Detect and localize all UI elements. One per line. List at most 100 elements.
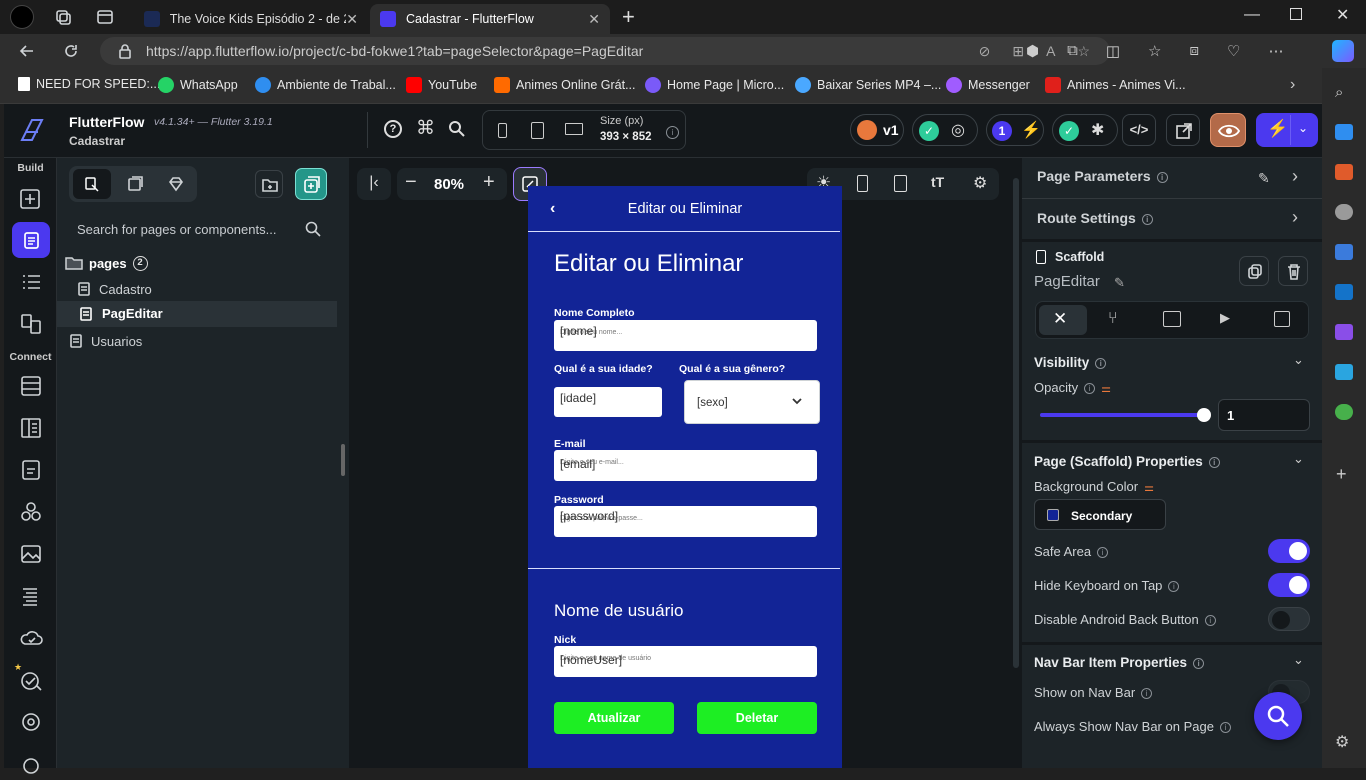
- bookmark-item[interactable]: Home Page | Micro...: [645, 77, 784, 93]
- chevron-right-icon[interactable]: ›: [1292, 207, 1298, 228]
- safe-area-icon[interactable]: [894, 175, 907, 192]
- tracking-icon[interactable]: ⊘: [979, 43, 991, 60]
- zoom-out-icon[interactable]: −: [405, 171, 417, 194]
- bookmark-item[interactable]: Baixar Series MP4 –...: [795, 77, 941, 93]
- page-parameters-row[interactable]: Page Parameters i: [1037, 168, 1168, 184]
- widget-tree-icon[interactable]: [17, 268, 45, 296]
- chevron-right-icon[interactable]: ›: [1292, 166, 1298, 187]
- desktop-device-icon[interactable]: [565, 123, 583, 135]
- api-calls-icon[interactable]: [17, 456, 45, 484]
- age-field[interactable]: [idade]: [554, 387, 662, 417]
- gender-dropdown[interactable]: [sexo]: [684, 380, 820, 424]
- office-icon[interactable]: [1335, 244, 1353, 260]
- tree-page-usuarios[interactable]: Usuarios: [69, 330, 142, 352]
- opacity-slider-thumb[interactable]: [1197, 408, 1211, 422]
- email-field[interactable]: Digite o seu e-mail... [email]: [554, 450, 817, 481]
- copilot-icon[interactable]: [1332, 40, 1354, 62]
- designer-icon[interactable]: [1335, 324, 1353, 340]
- tablet-device-icon[interactable]: [531, 122, 544, 139]
- tree-page-cadastro[interactable]: Cadastro: [77, 278, 152, 300]
- tab-backend-query-icon[interactable]: ⑂: [1108, 310, 1118, 328]
- tab-actions-icon[interactable]: [96, 8, 114, 26]
- extension-icon[interactable]: ⬢: [1026, 42, 1039, 60]
- chevron-right-icon[interactable]: ›: [1290, 76, 1295, 94]
- new-folder-button[interactable]: [255, 170, 283, 198]
- help-search-fab[interactable]: [1254, 692, 1302, 740]
- route-settings-row[interactable]: Route Settings i: [1037, 210, 1153, 226]
- nick-field[interactable]: Digite o seu nome de usuário [nomeUser]: [554, 646, 817, 677]
- panel-resize-handle[interactable]: [341, 444, 345, 476]
- search-icon[interactable]: [448, 120, 466, 138]
- share-button[interactable]: [1166, 114, 1200, 146]
- debug-button[interactable]: ✓ ✱: [1052, 114, 1118, 146]
- integrations-icon[interactable]: [17, 498, 45, 526]
- outlook-icon[interactable]: [1335, 284, 1353, 300]
- hide-keyboard-toggle[interactable]: [1268, 573, 1310, 597]
- disable-back-toggle[interactable]: [1268, 607, 1310, 631]
- refresh-icon[interactable]: [62, 42, 80, 60]
- add-widget-icon[interactable]: [17, 184, 45, 212]
- workspaces-icon[interactable]: [54, 8, 72, 26]
- bookmark-item[interactable]: Messenger: [946, 77, 1030, 93]
- navbar-properties-header[interactable]: Nav Bar Item Properties i: [1034, 655, 1205, 670]
- command-icon[interactable]: ⌘: [416, 117, 435, 140]
- info-icon[interactable]: i: [660, 124, 679, 140]
- theme-settings-icon[interactable]: [17, 708, 45, 736]
- settings-gear-icon[interactable]: ⚙: [1335, 732, 1349, 752]
- chevron-down-icon[interactable]: ⌄: [1298, 121, 1308, 135]
- help-icon[interactable]: ?: [384, 120, 402, 138]
- telegram-icon[interactable]: [1335, 364, 1353, 380]
- new-tab-icon[interactable]: +: [622, 4, 635, 30]
- tree-icon[interactable]: [1335, 404, 1353, 420]
- edit-pencil-icon[interactable]: ✎: [1258, 170, 1270, 187]
- media-assets-icon[interactable]: [17, 540, 45, 568]
- name-field[interactable]: Digite o seu nome... [nome]: [554, 320, 817, 351]
- close-tab-icon[interactable]: ✕: [346, 11, 358, 28]
- pages-nav-button[interactable]: [12, 222, 50, 258]
- run-button[interactable]: ⚡ ⌄: [1256, 113, 1318, 147]
- bookmark-item[interactable]: Animes Online Grát...: [494, 77, 636, 93]
- device-size-selector[interactable]: Size (px) 393 × 852 i: [482, 110, 686, 150]
- url-field[interactable]: https://app.flutterflow.io/project/c-bd-…: [100, 37, 1110, 65]
- more-menu-icon[interactable]: ⋯: [1268, 42, 1283, 60]
- tab-pages[interactable]: [73, 169, 111, 199]
- bg-color-picker[interactable]: Secondary: [1034, 499, 1166, 530]
- scaffold-properties-header[interactable]: Page (Scaffold) Properties i: [1034, 454, 1220, 469]
- delete-widget-button[interactable]: [1278, 256, 1308, 286]
- zoom-value[interactable]: 80%: [434, 176, 464, 193]
- zoom-in-icon[interactable]: +: [483, 171, 495, 194]
- code-icon[interactable]: </>: [1122, 114, 1156, 146]
- restore-icon[interactable]: [1290, 8, 1302, 20]
- chevron-down-icon[interactable]: ⌄: [1293, 451, 1304, 467]
- database-icon[interactable]: [17, 372, 45, 400]
- favorites-icon[interactable]: ☆: [1148, 42, 1161, 60]
- tests-icon[interactable]: [17, 666, 45, 694]
- collab-button[interactable]: ✓ ◎: [912, 114, 978, 146]
- text-scale-icon[interactable]: tT: [931, 174, 944, 190]
- delete-button[interactable]: Deletar: [697, 702, 817, 734]
- performance-icon[interactable]: ♡: [1227, 42, 1240, 60]
- components-tab-icon[interactable]: [127, 176, 143, 192]
- app-state-icon[interactable]: [17, 414, 45, 442]
- search-pages-field[interactable]: Search for pages or components...: [65, 214, 337, 244]
- libraries-diamond-icon[interactable]: [167, 176, 185, 192]
- bookmark-item[interactable]: Ambiente de Trabal...: [255, 77, 396, 93]
- chevron-down-icon[interactable]: ⌄: [1293, 652, 1304, 668]
- safe-area-toggle[interactable]: [1268, 539, 1310, 563]
- chevron-down-icon[interactable]: ⌄: [1293, 352, 1304, 368]
- storyboard-icon[interactable]: [17, 310, 45, 338]
- tab-flutterflow[interactable]: Cadastrar - FlutterFlow ✕: [370, 4, 610, 34]
- search-icon[interactable]: ⌕: [1335, 84, 1343, 101]
- tab-documents-icon[interactable]: [1274, 311, 1290, 327]
- bookmark-item[interactable]: NEED FOR SPEED:...: [18, 77, 160, 91]
- settings-icon[interactable]: [17, 752, 45, 780]
- games-icon[interactable]: [1335, 204, 1353, 220]
- close-tab-icon[interactable]: ✕: [588, 11, 600, 28]
- opacity-slider[interactable]: [1040, 408, 1211, 422]
- duplicate-button[interactable]: [1239, 256, 1269, 286]
- preview-button[interactable]: [1210, 113, 1246, 147]
- tab-voice-kids[interactable]: The Voice Kids Episódio 2 - de 21 ✕: [134, 4, 368, 34]
- tree-page-pageditar[interactable]: PagEditar: [57, 301, 337, 327]
- size-value[interactable]: 393 × 852: [600, 131, 651, 143]
- profile-avatar[interactable]: [10, 5, 34, 29]
